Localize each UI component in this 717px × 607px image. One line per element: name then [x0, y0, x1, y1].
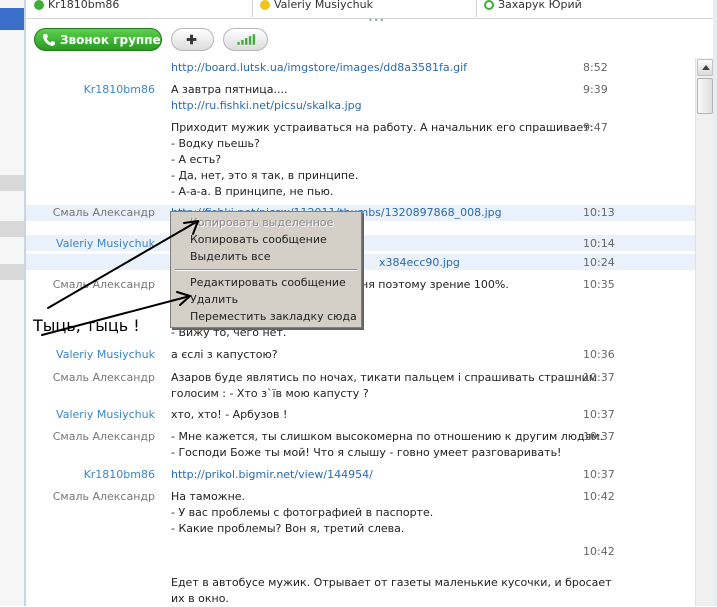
- message-text: хто, хто! - Арбузов !: [171, 408, 288, 421]
- call-toolbar: Звонок группе: [26, 22, 717, 56]
- message-sender[interactable]: Kr1810bm86: [25, 467, 155, 483]
- signal-bars-icon: [237, 34, 256, 45]
- context-menu: Копировать выделенное Копировать сообщен…: [170, 211, 362, 328]
- message-text: - Да, нет, это я так, в принципе.: [171, 169, 359, 182]
- plus-icon: [186, 34, 197, 45]
- selected-contact[interactable]: [0, 8, 24, 30]
- contact-list-strip: [0, 0, 24, 606]
- menu-edit-message[interactable]: Редактировать сообщение: [172, 274, 360, 291]
- message-text: голосим : - Хто з`їв мою капусту ?: [171, 387, 369, 400]
- participant[interactable]: Kr1810bm86: [34, 0, 119, 16]
- message-text: Приходит мужик устраиваться на работу. А…: [171, 121, 594, 134]
- menu-copy-selection[interactable]: Копировать выделенное: [172, 214, 360, 231]
- message-text: их в окно.: [171, 592, 229, 605]
- message-text: - Водку пьешь?: [171, 137, 260, 150]
- skype-status-icon: [484, 0, 494, 10]
- annotation-text: Тыць, тыць !: [33, 316, 140, 335]
- contact-row[interactable]: [0, 175, 24, 191]
- message-link[interactable]: http://ru.fishki.net/picsu/skalka.jpg: [171, 98, 576, 114]
- participant[interactable]: Захарук Юрий: [484, 0, 582, 16]
- call-quality-button[interactable]: [223, 28, 268, 51]
- message-sender[interactable]: Kr1810bm86: [25, 82, 155, 98]
- message-sender[interactable]: Valeriy Musiychuk: [25, 407, 155, 423]
- message-sender[interactable]: Смаль Александр: [25, 277, 155, 293]
- add-participant-button[interactable]: [171, 28, 214, 51]
- message-text: На таможне.: [171, 490, 246, 503]
- message-time: 10:42: [583, 490, 615, 503]
- message-time: 10:14: [583, 237, 615, 250]
- message-text: ня поэтому зрение 100%.: [361, 278, 509, 291]
- scroll-up-button[interactable]: [697, 59, 713, 76]
- participant-name: Valeriy Musiychuk: [274, 0, 373, 11]
- divider: [252, 0, 253, 17]
- message-text: А завтра пятница....: [171, 83, 288, 96]
- message-text: Едет в автобусе мужик. Отрывает от газет…: [171, 576, 612, 589]
- skype-status-icon: [34, 0, 44, 10]
- message-time: 10:13: [583, 206, 615, 219]
- message-text: - Мне кажется, ты слишком высокомерна по…: [171, 430, 604, 443]
- skype-away-icon: [260, 0, 270, 10]
- message-time: 10:37: [583, 430, 615, 443]
- message-text: а єслі з капустою?: [171, 348, 278, 361]
- message-time: 10:37: [583, 408, 615, 421]
- message-time: 10:37: [583, 468, 615, 481]
- chat-scrollbar[interactable]: [695, 58, 714, 606]
- message-link[interactable]: http://prikol.bigmir.net/view/144954/: [171, 467, 576, 483]
- participant-name: Захарук Юрий: [498, 0, 582, 11]
- message-text: Азаров буде являтись по ночах, тикати па…: [171, 371, 598, 384]
- scroll-thumb[interactable]: [697, 78, 713, 114]
- message-time: 10:42: [583, 545, 615, 558]
- message-link[interactable]: x384ecc90.jpg: [379, 255, 717, 271]
- message-text: - А есть?: [171, 153, 222, 166]
- divider: [476, 0, 477, 17]
- message-sender[interactable]: Смаль Александр: [25, 489, 155, 505]
- window-edge: [713, 0, 717, 606]
- menu-separator: [175, 269, 357, 271]
- message-time: 10:36: [583, 348, 615, 361]
- call-group-button[interactable]: Звонок группе: [34, 28, 162, 51]
- message-text: - Какие проблемы? Вон я, третий слева.: [171, 522, 405, 535]
- message-sender[interactable]: Смаль Александр: [25, 205, 155, 221]
- contact-row[interactable]: [0, 221, 24, 237]
- message-sender[interactable]: Смаль Александр: [25, 370, 155, 386]
- message-time: 9:39: [583, 83, 608, 96]
- contact-row[interactable]: [0, 264, 24, 280]
- message-sender[interactable]: Смаль Александр: [25, 429, 155, 445]
- menu-move-bookmark[interactable]: Переместить закладку сюда: [172, 308, 360, 325]
- message-text: - А-а-а. В принципе, не пью.: [171, 185, 334, 198]
- arrow-up-icon: [702, 65, 710, 70]
- participant[interactable]: Valeriy Musiychuk: [260, 0, 373, 16]
- message-sender[interactable]: Valeriy Musiychuk: [25, 347, 155, 363]
- phone-icon: [43, 34, 55, 46]
- message-time: 8:52: [583, 61, 608, 74]
- message-sender[interactable]: Valeriy Musiychuk: [25, 236, 155, 252]
- call-group-label: Звонок группе: [60, 33, 161, 47]
- menu-delete[interactable]: Удалить: [172, 291, 360, 308]
- message-text: - Господи Боже ты мой! Что я слышу - гов…: [171, 446, 562, 459]
- menu-copy-message[interactable]: Копировать сообщение: [172, 231, 360, 248]
- menu-select-all[interactable]: Выделить все: [172, 248, 360, 265]
- message-time: 10:35: [583, 278, 615, 291]
- message-link[interactable]: http://board.lutsk.ua/imgstore/images/dd…: [171, 60, 576, 76]
- participant-name: Kr1810bm86: [48, 0, 120, 11]
- message-text: - У вас проблемы с фотографией в паспорт…: [171, 506, 434, 519]
- message-time: 10:37: [583, 371, 615, 384]
- message-time: 10:24: [583, 256, 615, 269]
- message-time: 9:47: [583, 121, 608, 134]
